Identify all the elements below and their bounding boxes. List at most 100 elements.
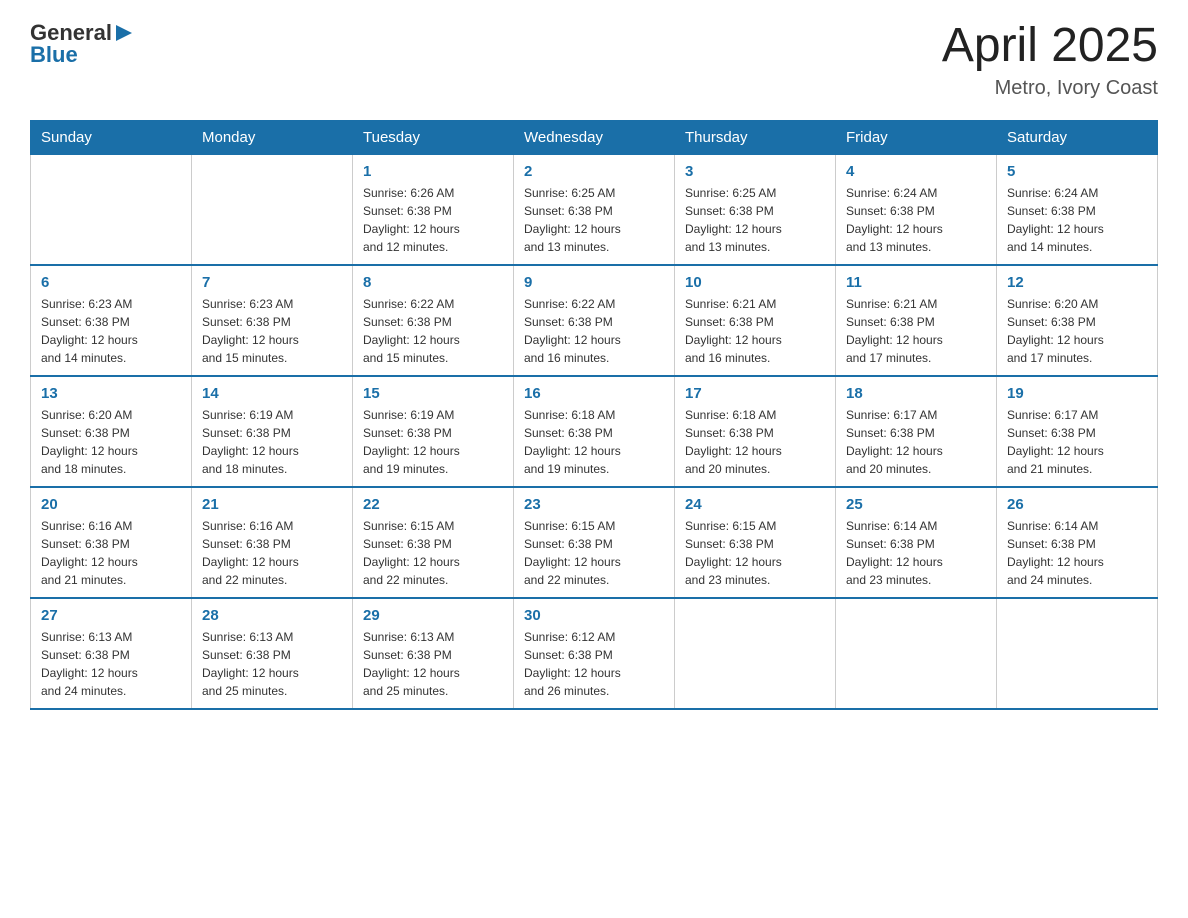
calendar-cell: 2Sunrise: 6:25 AM Sunset: 6:38 PM Daylig… (514, 154, 675, 265)
calendar-cell: 6Sunrise: 6:23 AM Sunset: 6:38 PM Daylig… (31, 265, 192, 376)
column-header-monday: Monday (192, 120, 353, 154)
calendar-cell: 26 Sunrise: 6:14 AM Sunset: 6:38 PM Dayli… (997, 487, 1158, 598)
day-number: 15 (363, 385, 503, 402)
day-info: Sunrise: 6:14 AM Sunset: 6:38 PM Dayligh… (1007, 517, 1147, 589)
day-number: 8 (363, 274, 503, 291)
calendar-cell: 16 Sunrise: 6:18 AM Sunset: 6:38 PM Dayli… (514, 376, 675, 487)
day-number: 25 (846, 496, 986, 513)
calendar-cell (675, 598, 836, 709)
day-info: Sunrise: 6:13 AM Sunset: 6:38 PM Dayligh… (41, 628, 181, 700)
day-info: Sunrise: 6:21 AM Sunset: 6:38 PM Dayligh… (685, 295, 825, 367)
logo-blue-text: Blue (30, 42, 78, 68)
calendar-cell: 30 Sunrise: 6:12 AM Sunset: 6:38 PM Dayli… (514, 598, 675, 709)
calendar-cell: 17 Sunrise: 6:18 AM Sunset: 6:38 PM Dayli… (675, 376, 836, 487)
day-number: 5 (1007, 163, 1147, 180)
day-number: 7 (202, 274, 342, 291)
calendar-cell: 4 Sunrise: 6:24 AM Sunset: 6:38 PM Daylig… (836, 154, 997, 265)
column-header-wednesday: Wednesday (514, 120, 675, 154)
day-info: Sunrise: 6:14 AM Sunset: 6:38 PM Dayligh… (846, 517, 986, 589)
calendar-cell (192, 154, 353, 265)
calendar-week-row: 27Sunrise: 6:13 AM Sunset: 6:38 PM Dayli… (31, 598, 1158, 709)
day-info: Sunrise: 6:15 AM Sunset: 6:38 PM Dayligh… (524, 517, 664, 589)
calendar-week-row: 6Sunrise: 6:23 AM Sunset: 6:38 PM Daylig… (31, 265, 1158, 376)
day-number: 18 (846, 385, 986, 402)
calendar-header-row: SundayMondayTuesdayWednesdayThursdayFrid… (31, 120, 1158, 154)
day-number: 20 (41, 496, 181, 513)
logo: General Blue (30, 20, 134, 68)
day-info: Sunrise: 6:16 AM Sunset: 6:38 PM Dayligh… (202, 517, 342, 589)
day-info: Sunrise: 6:15 AM Sunset: 6:38 PM Dayligh… (363, 517, 503, 589)
day-number: 23 (524, 496, 664, 513)
day-info: Sunrise: 6:24 AM Sunset: 6:38 PM Dayligh… (846, 184, 986, 256)
column-header-thursday: Thursday (675, 120, 836, 154)
calendar-week-row: 1 Sunrise: 6:26 AM Sunset: 6:38 PM Daylig… (31, 154, 1158, 265)
day-info: Sunrise: 6:16 AM Sunset: 6:38 PM Dayligh… (41, 517, 181, 589)
day-info: Sunrise: 6:21 AM Sunset: 6:38 PM Dayligh… (846, 295, 986, 367)
calendar-cell: 13 Sunrise: 6:20 AM Sunset: 6:38 PM Dayli… (31, 376, 192, 487)
column-header-tuesday: Tuesday (353, 120, 514, 154)
column-header-sunday: Sunday (31, 120, 192, 154)
day-number: 4 (846, 163, 986, 180)
day-info: Sunrise: 6:19 AM Sunset: 6:38 PM Dayligh… (363, 406, 503, 478)
calendar-week-row: 20 Sunrise: 6:16 AM Sunset: 6:38 PM Dayli… (31, 487, 1158, 598)
day-number: 2 (524, 163, 664, 180)
day-info: Sunrise: 6:23 AM Sunset: 6:38 PM Dayligh… (202, 295, 342, 367)
day-number: 3 (685, 163, 825, 180)
day-number: 26 (1007, 496, 1147, 513)
day-number: 11 (846, 274, 986, 291)
day-number: 28 (202, 607, 342, 624)
calendar-week-row: 13 Sunrise: 6:20 AM Sunset: 6:38 PM Dayli… (31, 376, 1158, 487)
day-number: 17 (685, 385, 825, 402)
day-info: Sunrise: 6:23 AM Sunset: 6:38 PM Dayligh… (41, 295, 181, 367)
day-info: Sunrise: 6:22 AM Sunset: 6:38 PM Dayligh… (524, 295, 664, 367)
calendar-cell: 9Sunrise: 6:22 AM Sunset: 6:38 PM Daylig… (514, 265, 675, 376)
day-info: Sunrise: 6:20 AM Sunset: 6:38 PM Dayligh… (41, 406, 181, 478)
day-info: Sunrise: 6:15 AM Sunset: 6:38 PM Dayligh… (685, 517, 825, 589)
title-block: April 2025 Metro, Ivory Coast (942, 20, 1158, 100)
day-info: Sunrise: 6:24 AM Sunset: 6:38 PM Dayligh… (1007, 184, 1147, 256)
day-info: Sunrise: 6:17 AM Sunset: 6:38 PM Dayligh… (846, 406, 986, 478)
calendar-cell: 27Sunrise: 6:13 AM Sunset: 6:38 PM Dayli… (31, 598, 192, 709)
calendar-cell: 10Sunrise: 6:21 AM Sunset: 6:38 PM Dayli… (675, 265, 836, 376)
day-number: 14 (202, 385, 342, 402)
calendar-cell: 3Sunrise: 6:25 AM Sunset: 6:38 PM Daylig… (675, 154, 836, 265)
day-number: 12 (1007, 274, 1147, 291)
calendar-cell: 28Sunrise: 6:13 AM Sunset: 6:38 PM Dayli… (192, 598, 353, 709)
day-info: Sunrise: 6:12 AM Sunset: 6:38 PM Dayligh… (524, 628, 664, 700)
day-number: 1 (363, 163, 503, 180)
calendar-cell: 23 Sunrise: 6:15 AM Sunset: 6:38 PM Dayli… (514, 487, 675, 598)
calendar-cell: 8 Sunrise: 6:22 AM Sunset: 6:38 PM Daylig… (353, 265, 514, 376)
day-number: 24 (685, 496, 825, 513)
day-number: 30 (524, 607, 664, 624)
day-info: Sunrise: 6:13 AM Sunset: 6:38 PM Dayligh… (363, 628, 503, 700)
month-year-title: April 2025 (942, 20, 1158, 73)
day-number: 16 (524, 385, 664, 402)
calendar-cell: 5 Sunrise: 6:24 AM Sunset: 6:38 PM Daylig… (997, 154, 1158, 265)
calendar-cell: 14Sunrise: 6:19 AM Sunset: 6:38 PM Dayli… (192, 376, 353, 487)
calendar-cell: 20 Sunrise: 6:16 AM Sunset: 6:38 PM Dayli… (31, 487, 192, 598)
calendar-cell: 22 Sunrise: 6:15 AM Sunset: 6:38 PM Dayli… (353, 487, 514, 598)
day-number: 22 (363, 496, 503, 513)
calendar-cell: 11 Sunrise: 6:21 AM Sunset: 6:38 PM Dayli… (836, 265, 997, 376)
day-info: Sunrise: 6:17 AM Sunset: 6:38 PM Dayligh… (1007, 406, 1147, 478)
day-info: Sunrise: 6:20 AM Sunset: 6:38 PM Dayligh… (1007, 295, 1147, 367)
location-subtitle: Metro, Ivory Coast (942, 77, 1158, 100)
page-header: General Blue April 2025 Metro, Ivory Coa… (30, 20, 1158, 100)
column-header-saturday: Saturday (997, 120, 1158, 154)
day-info: Sunrise: 6:22 AM Sunset: 6:38 PM Dayligh… (363, 295, 503, 367)
calendar-cell: 7 Sunrise: 6:23 AM Sunset: 6:38 PM Daylig… (192, 265, 353, 376)
day-info: Sunrise: 6:18 AM Sunset: 6:38 PM Dayligh… (524, 406, 664, 478)
day-number: 13 (41, 385, 181, 402)
day-number: 29 (363, 607, 503, 624)
day-info: Sunrise: 6:26 AM Sunset: 6:38 PM Dayligh… (363, 184, 503, 256)
calendar-cell (836, 598, 997, 709)
column-header-friday: Friday (836, 120, 997, 154)
day-info: Sunrise: 6:18 AM Sunset: 6:38 PM Dayligh… (685, 406, 825, 478)
calendar-cell: 1 Sunrise: 6:26 AM Sunset: 6:38 PM Daylig… (353, 154, 514, 265)
calendar-cell: 21 Sunrise: 6:16 AM Sunset: 6:38 PM Dayli… (192, 487, 353, 598)
calendar-cell (31, 154, 192, 265)
day-number: 19 (1007, 385, 1147, 402)
day-number: 21 (202, 496, 342, 513)
calendar-cell (997, 598, 1158, 709)
calendar-cell: 18 Sunrise: 6:17 AM Sunset: 6:38 PM Dayli… (836, 376, 997, 487)
